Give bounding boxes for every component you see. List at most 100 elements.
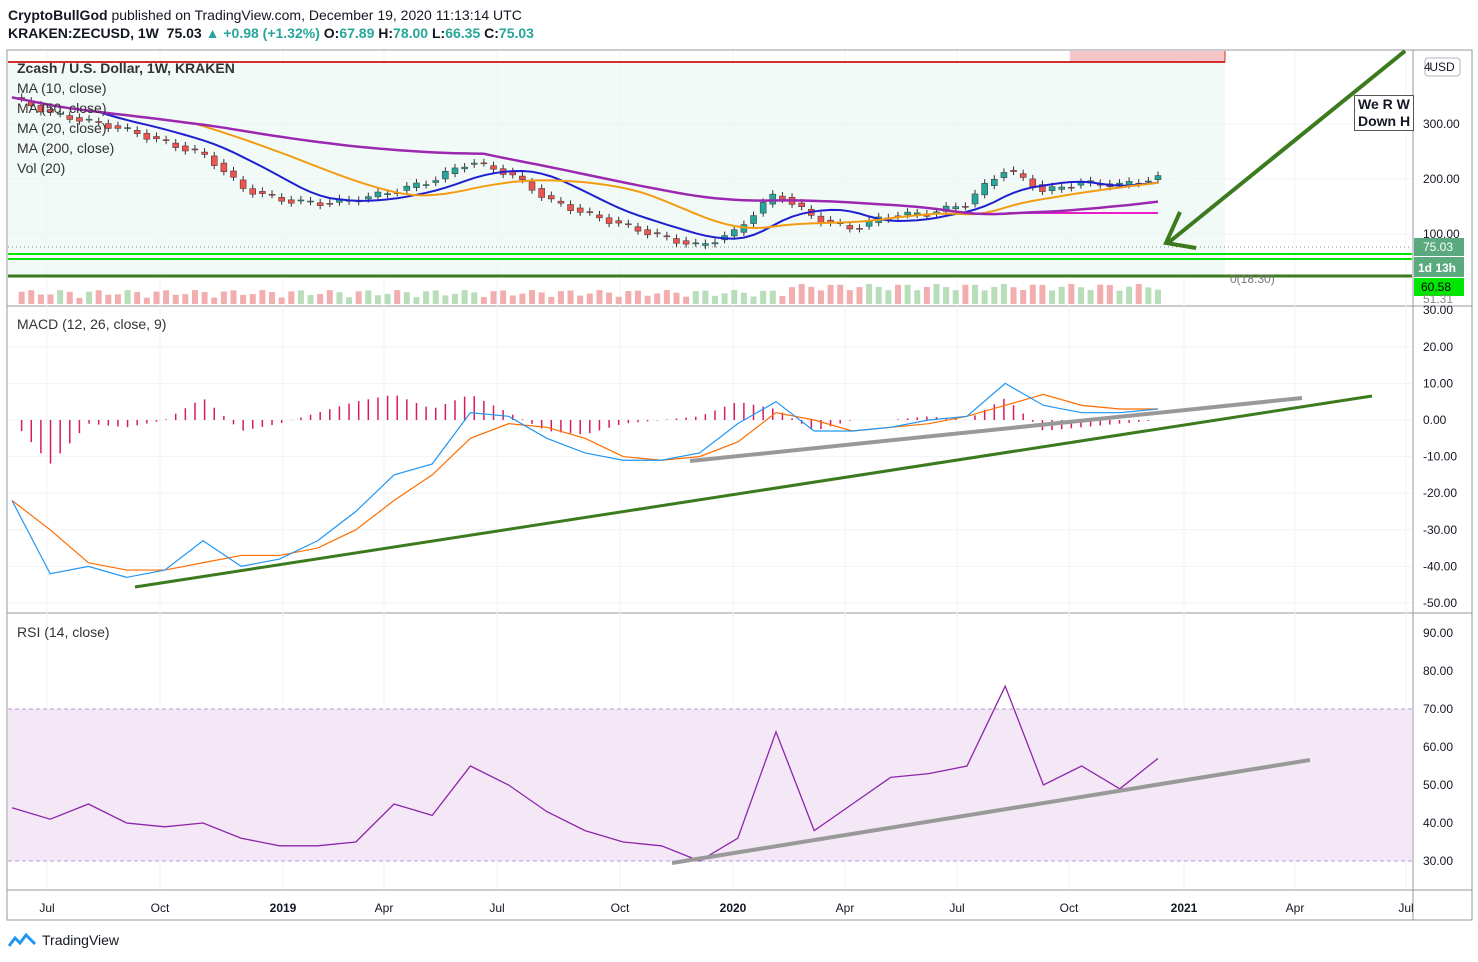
time-tick: 2020 (720, 901, 747, 915)
time-tick: 2019 (270, 901, 297, 915)
candle-body (519, 175, 526, 180)
note-line-1: We R W (1358, 96, 1410, 112)
volume-bar (712, 295, 719, 304)
volume-bar (365, 290, 372, 304)
chart-canvas[interactable]: USD 4 300.00 200.00 100.00 75.03 1d 13h … (0, 0, 1478, 962)
macd-tick: -10.00 (1423, 450, 1457, 464)
candle-body (567, 204, 574, 211)
volume-bar (1116, 290, 1123, 304)
macd-tick: -50.00 (1423, 596, 1457, 610)
position-profit-zone (8, 61, 1225, 278)
candle-body (692, 242, 699, 245)
candle-body (297, 199, 305, 202)
candle-body (702, 243, 709, 246)
candle-body (971, 193, 979, 205)
candle-body (182, 145, 189, 152)
macd-title[interactable]: MACD (12, 26, close, 9) (17, 316, 166, 332)
candle-body (490, 165, 497, 170)
volume-bar (153, 291, 160, 304)
candle-body (413, 182, 420, 188)
volume-bar (211, 297, 218, 304)
ma10-legend[interactable]: MA (10, close) (17, 80, 106, 96)
volume-bar (172, 294, 179, 304)
volume-bar (1126, 286, 1133, 304)
volume-bar (134, 291, 141, 304)
candle-body (750, 215, 757, 224)
candle-body (586, 211, 594, 213)
volume-bar (894, 284, 901, 304)
candle-body (220, 162, 228, 173)
symbol-legend[interactable]: Zcash / U.S. Dollar, 1W, KRAKEN (17, 60, 235, 76)
time-tick: Jul (949, 901, 964, 915)
candle-body (230, 170, 237, 178)
volume-bar (423, 291, 430, 304)
candle-body (682, 240, 690, 245)
volume-bar (480, 297, 487, 304)
rsi-title[interactable]: RSI (14, close) (17, 624, 110, 640)
volume-bar (346, 297, 353, 304)
candle-body (114, 125, 122, 129)
footer-brand[interactable]: TradingView (8, 932, 119, 948)
candle-body (798, 202, 805, 207)
volume-bar (278, 297, 285, 304)
candle-body (528, 181, 536, 191)
fib-zero-label: 0(18.30) (1230, 272, 1275, 286)
volume-bar (57, 290, 64, 304)
ma20-legend[interactable]: MA (20, close) (17, 120, 106, 136)
volume-bar (933, 284, 940, 304)
volume-bar (972, 284, 979, 304)
volume-bar (451, 293, 458, 304)
candle-body (962, 206, 969, 208)
volume-bar (191, 290, 198, 304)
macd-tick-top: 30.00 (1423, 303, 1453, 317)
volume-bar (837, 284, 844, 304)
time-tick: 2021 (1171, 901, 1198, 915)
volume-bar (914, 290, 921, 304)
volume-bar (461, 290, 468, 304)
time-tick: Oct (151, 901, 170, 915)
volume-bar (952, 290, 959, 304)
volume-bar (105, 294, 112, 304)
text-annotation[interactable]: We R W Down H (1354, 95, 1414, 131)
volume-bar (163, 290, 170, 304)
candle-body (162, 139, 170, 141)
volume-legend[interactable]: Vol (20) (17, 160, 65, 176)
rsi-tick: 80.00 (1423, 664, 1453, 678)
candle-body (538, 188, 545, 198)
volume-bar (615, 296, 622, 304)
volume-bar (991, 286, 998, 304)
volume-bar (856, 287, 863, 304)
candle-body (952, 206, 960, 210)
volume-bar (47, 294, 54, 304)
volume-bar (721, 293, 728, 304)
ma50-legend[interactable]: MA (50, close) (17, 100, 106, 116)
candle-body (403, 185, 411, 191)
macd-trendline-green (134, 394, 1373, 589)
time-tick: Jul (39, 901, 54, 915)
rsi-tick: 70.00 (1423, 702, 1453, 716)
volume-bar (654, 293, 661, 304)
volume-bar (1106, 284, 1113, 304)
volume-bar (663, 290, 670, 304)
volume-bar (413, 297, 420, 304)
price-tick: 300.00 (1423, 117, 1460, 131)
volume-bar (596, 290, 603, 304)
candle-body (316, 202, 324, 206)
volume-bar (37, 294, 44, 304)
candle-body (191, 148, 199, 151)
candle-body (576, 207, 584, 213)
brand-name: TradingView (42, 932, 120, 948)
volume-bar (384, 293, 391, 304)
candle-body (991, 178, 998, 186)
volume-bar (86, 291, 93, 304)
candle-body (143, 133, 151, 140)
macd-tick: -20.00 (1423, 486, 1457, 500)
candle-body (596, 214, 603, 219)
candle-body (1058, 186, 1065, 190)
volume-bar (432, 290, 439, 304)
candle-body (557, 200, 565, 204)
candle-body (644, 229, 651, 236)
candle-body (201, 151, 208, 155)
volume-bars (18, 284, 1161, 304)
ma200-legend[interactable]: MA (200, close) (17, 140, 114, 156)
